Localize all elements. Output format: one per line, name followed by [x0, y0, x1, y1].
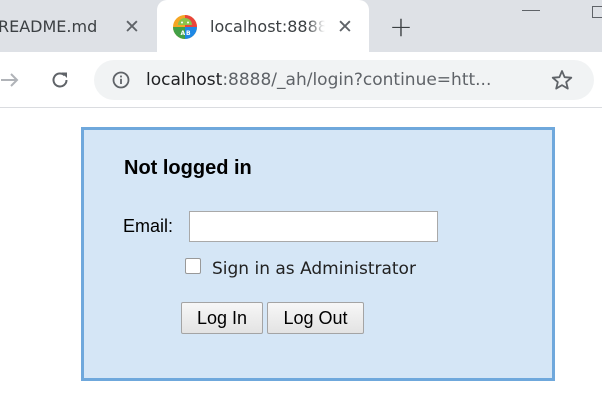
- tab-localhost[interactable]: A B localhost:8888/_ah/login ✕: [157, 0, 369, 52]
- tab-title: localhost:8888/_ah/login: [210, 17, 325, 36]
- email-label: Email:: [123, 216, 174, 236]
- android-ab-favicon: A B: [173, 15, 197, 39]
- url-path: :8888/_ah/login?continue=htt...: [222, 70, 492, 90]
- tab-title: README.md: [0, 17, 98, 36]
- url-host: localhost: [146, 70, 223, 90]
- minimize-icon[interactable]: [522, 10, 540, 11]
- reload-icon[interactable]: [48, 68, 72, 92]
- login-button[interactable]: Log In: [181, 302, 263, 334]
- close-icon[interactable]: ✕: [122, 16, 142, 38]
- back-arrow-icon[interactable]: [0, 68, 22, 92]
- address-bar[interactable]: localhost:8888/_ah/login?continue=htt...: [94, 60, 594, 100]
- admin-checkbox[interactable]: [185, 258, 201, 274]
- browser-toolbar: localhost:8888/_ah/login?continue=htt...: [0, 52, 602, 108]
- info-icon[interactable]: [112, 71, 130, 89]
- svg-text:A: A: [181, 30, 186, 37]
- maximize-icon[interactable]: [592, 6, 602, 18]
- email-field[interactable]: [189, 211, 438, 242]
- login-title: Not logged in: [124, 157, 252, 179]
- admin-checkbox-label[interactable]: Sign in as Administrator: [212, 259, 416, 279]
- login-panel: Not logged in Email: Sign in as Administ…: [81, 127, 555, 381]
- tab-readme[interactable]: README.md ✕: [0, 0, 156, 52]
- tab-strip: README.md ✕ A B localhost:8888/_ah/login…: [0, 0, 602, 52]
- plus-icon[interactable]: +: [389, 13, 413, 41]
- url-text[interactable]: localhost:8888/_ah/login?continue=htt...: [146, 70, 491, 90]
- star-icon[interactable]: [551, 69, 573, 91]
- svg-text:B: B: [186, 30, 191, 37]
- close-icon[interactable]: ✕: [335, 16, 355, 38]
- logout-button[interactable]: Log Out: [267, 302, 364, 334]
